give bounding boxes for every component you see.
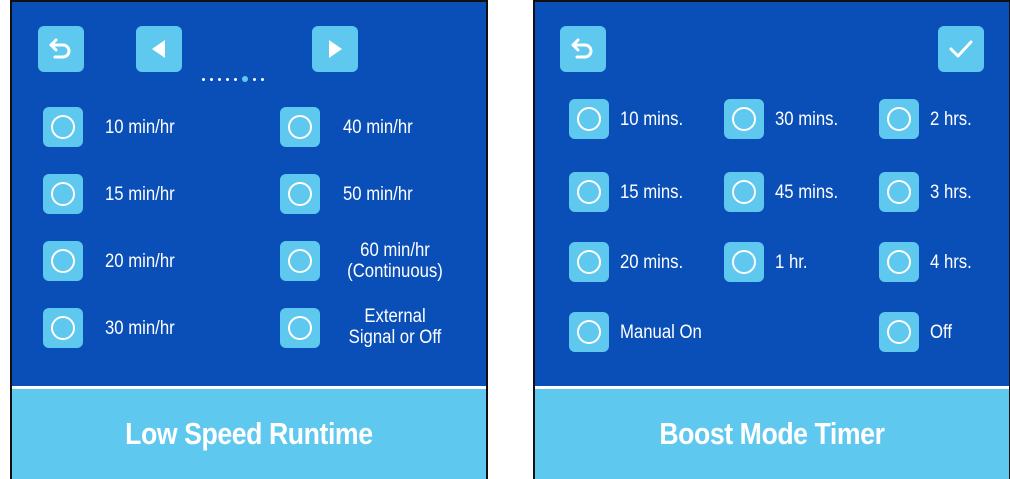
radio-20-min-hr[interactable]: [43, 241, 83, 281]
page-dot: [202, 77, 205, 81]
radio-circle-icon: [732, 180, 756, 204]
screen-title-bar: Boost Mode Timer: [535, 386, 1009, 479]
previous-page-button[interactable]: [136, 26, 182, 72]
option-label-manual-on: Manual On: [620, 322, 702, 343]
page-dot: [253, 77, 256, 81]
radio-40-min-hr[interactable]: [280, 107, 320, 147]
page-indicator: [202, 76, 264, 82]
radio-circle-icon: [51, 182, 75, 206]
back-button[interactable]: [38, 26, 84, 72]
radio-10-min-hr[interactable]: [43, 107, 83, 147]
radio-30-mins[interactable]: [724, 99, 764, 139]
option-label-30-min-hr: 30 min/hr: [105, 318, 175, 339]
radio-45-mins[interactable]: [724, 172, 764, 212]
radio-60-min-hr-continuous[interactable]: [280, 241, 320, 281]
option-label-45-mins: 45 mins.: [775, 182, 839, 203]
radio-circle-icon: [577, 107, 601, 131]
back-button[interactable]: [560, 26, 606, 72]
radio-circle-icon: [887, 107, 911, 131]
next-page-button[interactable]: [312, 26, 358, 72]
radio-4-hrs[interactable]: [879, 242, 919, 282]
radio-circle-icon: [732, 107, 756, 131]
confirm-button[interactable]: [938, 26, 984, 72]
option-label-3-hrs: 3 hrs.: [930, 182, 972, 203]
option-label-20-mins: 20 mins.: [620, 252, 684, 273]
radio-circle-icon: [577, 320, 601, 344]
page-dot: [261, 77, 264, 81]
radio-manual-on[interactable]: [569, 312, 609, 352]
screen-title-bar: Low Speed Runtime: [12, 386, 486, 479]
back-arrow-icon: [49, 38, 71, 59]
radio-circle-icon: [887, 320, 911, 344]
option-label-10-mins: 10 mins.: [620, 109, 684, 130]
option-label-60-min-hr-continuous: 60 min/hr (Continuous): [338, 240, 452, 282]
page-dot-active: [242, 76, 248, 82]
option-label-4-hrs: 4 hrs.: [930, 252, 972, 273]
option-label-1-hr: 1 hr.: [775, 252, 808, 273]
radio-off[interactable]: [879, 312, 919, 352]
option-label-15-mins: 15 mins.: [620, 182, 684, 203]
radio-3-hrs[interactable]: [879, 172, 919, 212]
option-label-line: (Continuous): [347, 261, 443, 282]
option-label-30-mins: 30 mins.: [775, 109, 839, 130]
radio-circle-icon: [288, 182, 312, 206]
screen-title: Boost Mode Timer: [659, 416, 885, 451]
low-speed-runtime-screen: 10 min/hr 15 min/hr 20 min/hr 30 min/hr …: [10, 0, 488, 479]
radio-external-signal-or-off[interactable]: [280, 308, 320, 348]
checkmark-icon: [949, 40, 973, 58]
radio-10-mins[interactable]: [569, 99, 609, 139]
option-label-off: Off: [930, 322, 952, 343]
radio-15-mins[interactable]: [569, 172, 609, 212]
page-dot: [210, 77, 213, 81]
option-label-external-signal-or-off: External Signal or Off: [338, 306, 452, 348]
page-dot: [226, 77, 229, 81]
back-arrow-icon: [571, 38, 593, 59]
option-label-2-hrs: 2 hrs.: [930, 109, 972, 130]
radio-circle-icon: [288, 316, 312, 340]
option-label-15-min-hr: 15 min/hr: [105, 184, 175, 205]
page-dot: [218, 77, 221, 81]
radio-circle-icon: [51, 115, 75, 139]
option-label-20-min-hr: 20 min/hr: [105, 251, 175, 272]
screen-title: Low Speed Runtime: [125, 416, 373, 451]
triangle-left-icon: [152, 40, 165, 58]
option-label-line: Signal or Off: [348, 327, 442, 348]
radio-circle-icon: [577, 250, 601, 274]
boost-mode-timer-screen: 10 mins. 30 mins. 2 hrs. 15 mins. 45 min…: [533, 0, 1010, 479]
radio-circle-icon: [51, 249, 75, 273]
radio-circle-icon: [577, 180, 601, 204]
option-label-50-min-hr: 50 min/hr: [343, 184, 413, 205]
triangle-right-icon: [329, 40, 342, 58]
radio-30-min-hr[interactable]: [43, 308, 83, 348]
option-label-line: External: [364, 306, 426, 327]
radio-circle-icon: [732, 250, 756, 274]
radio-circle-icon: [288, 115, 312, 139]
radio-circle-icon: [288, 249, 312, 273]
option-label-line: 60 min/hr: [360, 240, 430, 261]
page-dot: [234, 77, 237, 81]
radio-circle-icon: [887, 250, 911, 274]
radio-50-min-hr[interactable]: [280, 174, 320, 214]
radio-20-mins[interactable]: [569, 242, 609, 282]
option-label-40-min-hr: 40 min/hr: [343, 117, 413, 138]
option-label-10-min-hr: 10 min/hr: [105, 117, 175, 138]
radio-circle-icon: [887, 180, 911, 204]
radio-15-min-hr[interactable]: [43, 174, 83, 214]
radio-2-hrs[interactable]: [879, 99, 919, 139]
radio-circle-icon: [51, 316, 75, 340]
radio-1-hr[interactable]: [724, 242, 764, 282]
